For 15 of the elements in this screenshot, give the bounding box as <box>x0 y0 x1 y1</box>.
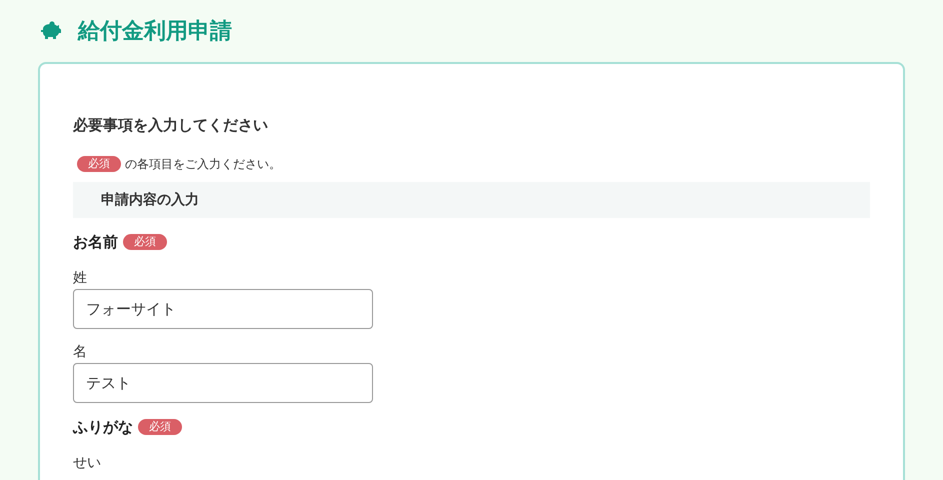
required-badge: 必須 <box>138 419 182 435</box>
input-field[interactable]: フォーサイト <box>73 289 373 329</box>
field-label: せい <box>73 454 102 473</box>
input-field[interactable]: テスト <box>73 363 373 403</box>
field-group-label: お名前 <box>73 232 118 252</box>
form-heading: 必要事項を入力してください <box>73 116 269 136</box>
notice-text: の各項目をご入力ください。 <box>125 156 281 172</box>
required-badge: 必須 <box>123 234 167 250</box>
field-group-label: ふりがな <box>73 418 133 436</box>
field-label: 名 <box>73 343 88 362</box>
page-title: 給付金利用申請 <box>78 18 232 46</box>
required-badge: 必須 <box>77 156 121 172</box>
section-header: 申請内容の入力 <box>73 182 870 218</box>
piggy-bank-icon <box>40 21 62 41</box>
field-label: 姓 <box>73 269 88 288</box>
